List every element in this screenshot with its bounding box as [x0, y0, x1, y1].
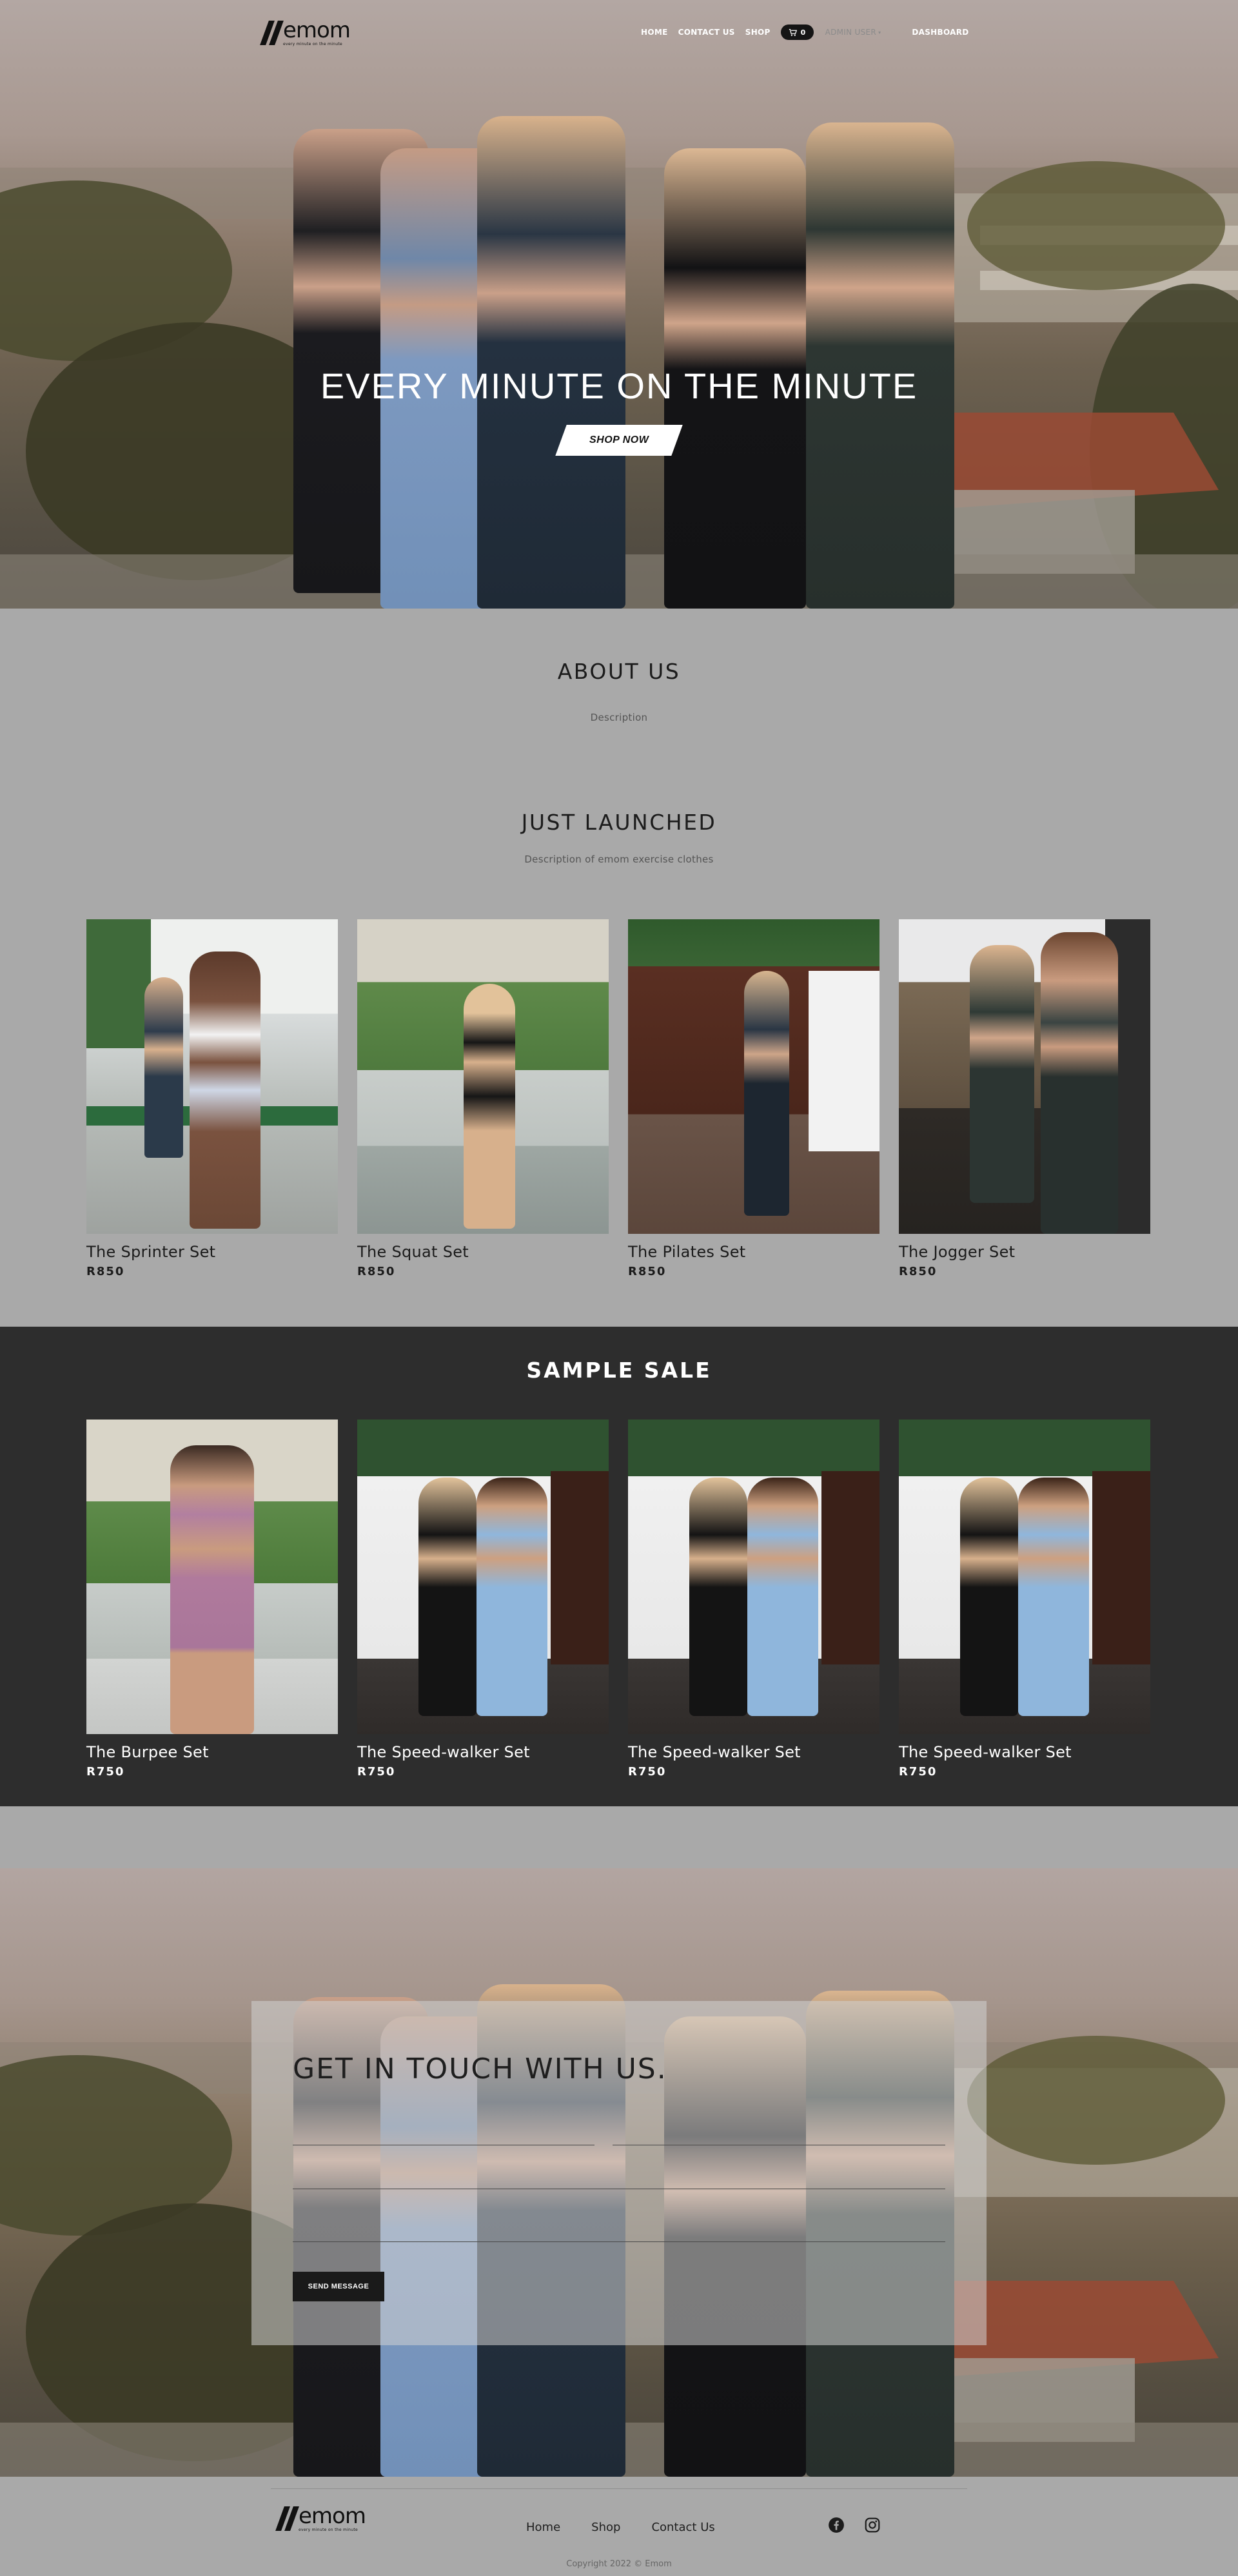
product-image[interactable] — [357, 1420, 609, 1734]
product-image[interactable] — [628, 919, 879, 1234]
email-field[interactable] — [613, 2122, 945, 2145]
product-card[interactable]: The Sprinter Set R850 — [86, 919, 338, 1278]
cart-icon — [789, 28, 797, 36]
chevron-down-icon: ▾ — [878, 29, 881, 35]
instagram-icon[interactable] — [864, 2517, 881, 2533]
hero-model — [477, 116, 625, 609]
just-launched-title: JUST LAUNCHED — [521, 810, 717, 835]
contact-title: GET IN TOUCH WITH US. — [293, 2053, 667, 2085]
product-price: R750 — [628, 1765, 667, 1779]
sample-sale-section: SAMPLE SALE The Burpee Set R750 The Spee… — [0, 1327, 1238, 1806]
product-price: R850 — [357, 1265, 396, 1278]
product-name[interactable]: The Speed-walker Set — [899, 1743, 1150, 1761]
footer-link-home[interactable]: Home — [526, 2521, 560, 2534]
logo-mark — [260, 21, 284, 45]
product-card[interactable]: The Jogger Set R850 — [899, 919, 1150, 1278]
shop-now-button[interactable]: SHOP NOW — [555, 425, 683, 456]
product-image[interactable] — [899, 919, 1150, 1234]
hero-banner: EVERY MINUTE ON THE MINUTE SHOP NOW — [0, 0, 1238, 609]
about-description: Description — [590, 712, 648, 723]
nav-dashboard[interactable]: DASHBOARD — [912, 28, 968, 37]
logo-word: emom — [283, 17, 351, 43]
name-field[interactable] — [293, 2122, 594, 2145]
nav-contact-us[interactable]: CONTACT US — [678, 28, 735, 37]
contact-form: GET IN TOUCH WITH US. SEND MESSAGE — [251, 2001, 987, 2345]
product-image[interactable] — [899, 1420, 1150, 1734]
social-links — [828, 2517, 881, 2533]
subject-field[interactable] — [293, 2166, 945, 2189]
shop-now-label: SHOP NOW — [589, 434, 649, 445]
product-price: R750 — [357, 1765, 396, 1779]
product-name[interactable]: The Burpee Set — [86, 1743, 338, 1761]
admin-user-label: ADMIN USER — [825, 28, 877, 37]
nav-home[interactable]: HOME — [641, 28, 668, 37]
footer-links: Home Shop Contact Us — [526, 2521, 715, 2534]
top-navbar: emom every minute on the minute HOME CON… — [0, 0, 1238, 64]
cart-button[interactable]: 0 — [780, 24, 814, 40]
footer-link-contact-us[interactable]: Contact Us — [651, 2521, 714, 2534]
message-field[interactable] — [293, 2218, 945, 2242]
copyright-text: Copyright 2022 © Emom — [566, 2559, 672, 2569]
footer: emom every minute on the minute Home Sho… — [0, 2477, 1238, 2576]
sample-sale-grid: The Burpee Set R750 The Speed-walker Set… — [86, 1420, 1152, 1779]
logo-word: emom — [299, 2503, 366, 2529]
product-name[interactable]: The Pilates Set — [628, 1243, 879, 1261]
product-price: R850 — [899, 1265, 938, 1278]
product-card[interactable]: The Squat Set R850 — [357, 919, 609, 1278]
logo-mark — [275, 2506, 299, 2531]
product-name[interactable]: The Speed-walker Set — [628, 1743, 879, 1761]
product-price: R850 — [628, 1265, 667, 1278]
facebook-icon[interactable] — [828, 2517, 845, 2533]
product-price: R850 — [86, 1265, 125, 1278]
product-card[interactable]: The Speed-walker Set R750 — [628, 1420, 879, 1779]
product-name[interactable]: The Jogger Set — [899, 1243, 1150, 1261]
footer-divider — [271, 2488, 967, 2489]
logo-tagline: every minute on the minute — [299, 2528, 359, 2532]
main-nav: HOME CONTACT US SHOP 0 ADMIN USER ▾ DASH… — [641, 24, 979, 40]
footer-logo[interactable]: emom every minute on the minute — [275, 2503, 366, 2532]
nav-shop[interactable]: SHOP — [745, 28, 771, 37]
product-name[interactable]: The Speed-walker Set — [357, 1743, 609, 1761]
admin-user-dropdown[interactable]: ADMIN USER ▾ — [825, 28, 881, 37]
product-price: R750 — [899, 1765, 938, 1779]
product-card[interactable]: The Burpee Set R750 — [86, 1420, 338, 1779]
product-card[interactable]: The Speed-walker Set R750 — [357, 1420, 609, 1779]
product-image[interactable] — [86, 919, 338, 1234]
about-title: ABOUT US — [557, 659, 681, 684]
product-image[interactable] — [86, 1420, 338, 1734]
footer-link-shop[interactable]: Shop — [591, 2521, 620, 2534]
product-image[interactable] — [628, 1420, 879, 1734]
send-message-button[interactable]: SEND MESSAGE — [293, 2272, 384, 2301]
product-card[interactable]: The Pilates Set R850 — [628, 919, 879, 1278]
sample-sale-title: SAMPLE SALE — [526, 1358, 712, 1383]
product-name[interactable]: The Sprinter Set — [86, 1243, 338, 1261]
just-launched-grid: The Sprinter Set R850 The Squat Set R850… — [86, 919, 1152, 1278]
product-price: R750 — [86, 1765, 125, 1779]
brand-logo[interactable]: emom every minute on the minute — [260, 17, 351, 46]
product-image[interactable] — [357, 919, 609, 1234]
just-launched-subtitle: Description of emom exercise clothes — [524, 854, 714, 865]
hero-title: EVERY MINUTE ON THE MINUTE — [320, 366, 918, 406]
product-name[interactable]: The Squat Set — [357, 1243, 609, 1261]
cart-count: 0 — [800, 28, 806, 37]
product-card[interactable]: The Speed-walker Set R750 — [899, 1420, 1150, 1779]
logo-tagline: every minute on the minute — [283, 42, 343, 46]
